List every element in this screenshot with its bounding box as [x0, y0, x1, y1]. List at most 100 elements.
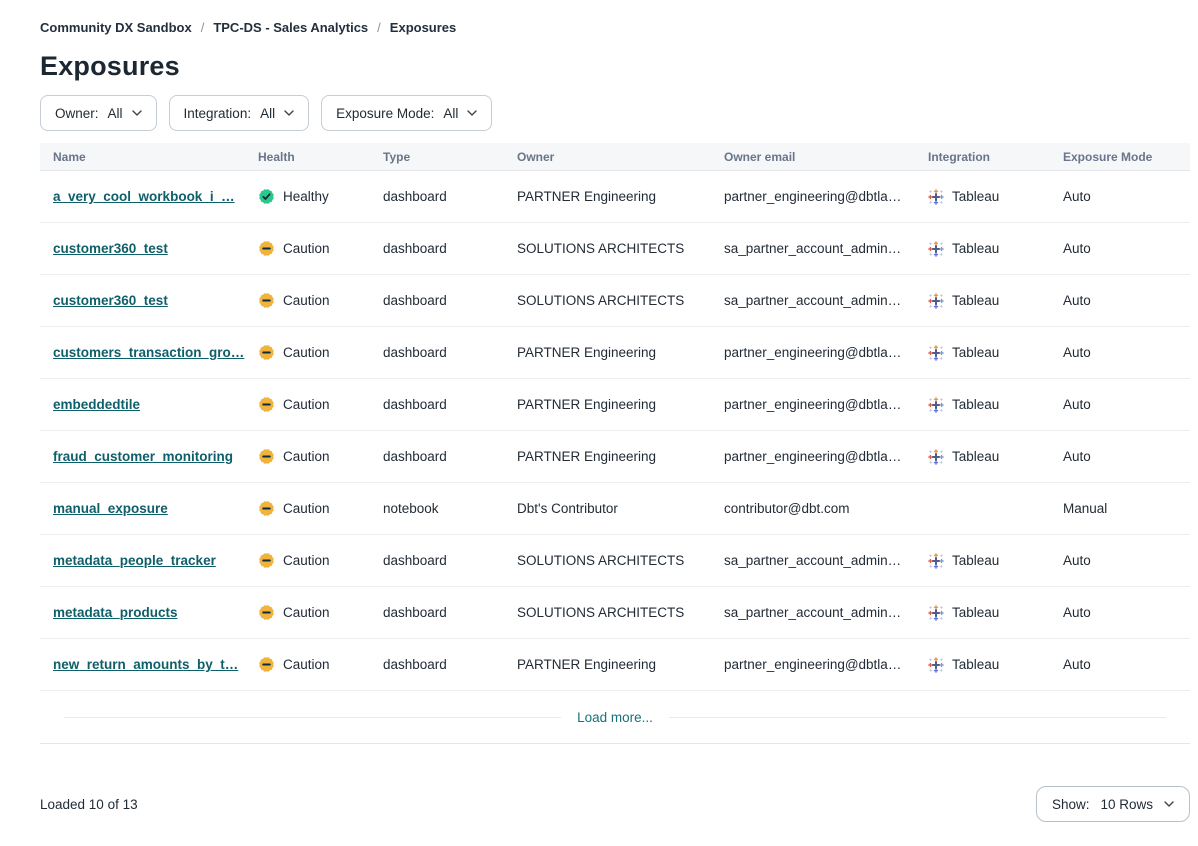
tableau-icon: [928, 553, 944, 569]
breadcrumb-project-link[interactable]: Community DX Sandbox: [40, 20, 192, 35]
filter-label: Exposure Mode:: [336, 106, 434, 121]
column-header-health: Health: [258, 150, 383, 164]
column-header-name: Name: [53, 150, 258, 164]
exposure-type: dashboard: [383, 553, 517, 568]
rows-per-page-dropdown[interactable]: Show: 10 Rows: [1036, 786, 1190, 822]
exposure-name-link[interactable]: manual_exposure: [53, 501, 168, 516]
column-header-owner-email: Owner email: [724, 150, 928, 164]
exposure-mode-filter-dropdown[interactable]: Exposure Mode: All: [321, 95, 492, 131]
filter-value: All: [260, 106, 275, 121]
exposure-mode: Auto: [1063, 449, 1190, 464]
exposure-owner: PARTNER Engineering: [517, 657, 724, 672]
integration-label: Tableau: [952, 189, 999, 204]
exposure-name-link[interactable]: fraud_customer_monitoring: [53, 449, 233, 464]
table-header-row: Name Health Type Owner Owner email Integ…: [40, 143, 1190, 171]
filter-bar: Owner: All Integration: All Exposure Mod…: [40, 95, 1190, 131]
caution-minus-icon: [258, 240, 275, 257]
health-status-label: Caution: [283, 397, 330, 412]
exposure-owner: PARTNER Engineering: [517, 397, 724, 412]
table-row: customers_transaction_gro…Cautiondashboa…: [40, 327, 1190, 379]
exposure-mode: Manual: [1063, 501, 1190, 516]
chevron-down-icon: [132, 110, 142, 116]
table-footer: Loaded 10 of 13 Show: 10 Rows: [40, 786, 1190, 822]
exposure-mode: Auto: [1063, 345, 1190, 360]
tableau-icon: [928, 189, 944, 205]
exposure-owner: SOLUTIONS ARCHITECTS: [517, 553, 724, 568]
exposure-owner: PARTNER Engineering: [517, 189, 724, 204]
exposure-name-link[interactable]: customer360_test: [53, 293, 168, 308]
caution-minus-icon: [258, 500, 275, 517]
show-value: 10 Rows: [1100, 797, 1153, 812]
table-row: a_very_cool_workbook_i_…Healthydashboard…: [40, 171, 1190, 223]
table-row: manual_exposureCautionnotebookDbt's Cont…: [40, 483, 1190, 535]
chevron-down-icon: [284, 110, 294, 116]
exposure-type: dashboard: [383, 345, 517, 360]
exposures-table: Name Health Type Owner Owner email Integ…: [40, 143, 1190, 744]
load-more-row: Load more...: [40, 691, 1190, 743]
caution-minus-icon: [258, 344, 275, 361]
table-row: customer360_test Caution dashboardSOLUTION…: [40, 275, 1190, 327]
exposure-mode: Auto: [1063, 657, 1190, 672]
page-title: Exposures: [40, 49, 1190, 83]
owner-filter-dropdown[interactable]: Owner: All: [40, 95, 157, 131]
exposure-owner-email: partner_engineering@dbtla…: [724, 345, 928, 360]
exposure-owner: SOLUTIONS ARCHITECTS: [517, 241, 724, 256]
table-row: metadata_people_tracker Caution dashboardS…: [40, 535, 1190, 587]
exposure-name-link[interactable]: metadata_products: [53, 605, 178, 620]
caution-minus-icon: [258, 656, 275, 673]
exposure-owner: PARTNER Engineering: [517, 345, 724, 360]
exposure-name-link[interactable]: a_very_cool_workbook_i_…: [53, 189, 235, 204]
table-row: customer360_testCautiondashboardSOLUTION…: [40, 223, 1190, 275]
exposure-name-link[interactable]: new_return_amounts_by_t…: [53, 657, 238, 672]
loaded-count-text: Loaded 10 of 13: [40, 797, 138, 812]
exposure-owner-email: contributor@dbt.com: [724, 501, 928, 516]
exposure-type: dashboard: [383, 189, 517, 204]
filter-label: Owner:: [55, 106, 99, 121]
chevron-down-icon: [1164, 801, 1174, 807]
exposure-type: notebook: [383, 501, 517, 516]
integration-label: Tableau: [952, 605, 999, 620]
exposure-type: dashboard: [383, 293, 517, 308]
exposure-name-link[interactable]: embeddedtile: [53, 397, 140, 412]
filter-label: Integration:: [184, 106, 252, 121]
exposure-name-link[interactable]: customers_transaction_gro…: [53, 345, 244, 360]
caution-minus-icon: [258, 604, 275, 621]
column-header-type: Type: [383, 150, 517, 164]
health-status-label: Caution: [283, 553, 330, 568]
show-label: Show:: [1052, 797, 1090, 812]
exposure-owner: PARTNER Engineering: [517, 449, 724, 464]
table-row: fraud_customer_monitoringCautiondashboar…: [40, 431, 1190, 483]
exposure-type: dashboard: [383, 241, 517, 256]
tableau-icon: [928, 397, 944, 413]
tableau-icon: [928, 293, 944, 309]
integration-label: Tableau: [952, 397, 999, 412]
breadcrumb-separator: /: [377, 20, 381, 35]
exposure-mode: Auto: [1063, 241, 1190, 256]
exposure-mode: Auto: [1063, 397, 1190, 412]
column-header-integration: Integration: [928, 150, 1063, 164]
exposure-type: dashboard: [383, 605, 517, 620]
integration-filter-dropdown[interactable]: Integration: All: [169, 95, 310, 131]
filter-value: All: [108, 106, 123, 121]
tableau-icon: [928, 345, 944, 361]
caution-minus-icon: [258, 396, 275, 413]
column-header-exposure-mode: Exposure Mode: [1063, 150, 1190, 164]
filter-value: All: [443, 106, 458, 121]
breadcrumb-environment-link[interactable]: TPC-DS - Sales Analytics: [213, 20, 368, 35]
integration-label: Tableau: [952, 241, 999, 256]
exposure-name-link[interactable]: metadata_people_tracker: [53, 553, 216, 568]
exposure-owner: SOLUTIONS ARCHITECTS: [517, 605, 724, 620]
exposure-name-link[interactable]: customer360_test: [53, 241, 168, 256]
health-status-label: Caution: [283, 293, 330, 308]
health-status-label: Caution: [283, 605, 330, 620]
exposure-owner-email: partner_engineering@dbtla…: [724, 449, 928, 464]
load-more-link[interactable]: Load more...: [561, 710, 669, 725]
exposure-owner-email: sa_partner_account_admin…: [724, 293, 928, 308]
integration-label: Tableau: [952, 553, 999, 568]
integration-label: Tableau: [952, 449, 999, 464]
integration-label: Tableau: [952, 345, 999, 360]
exposure-mode: Auto: [1063, 605, 1190, 620]
exposure-mode: Auto: [1063, 189, 1190, 204]
exposure-owner-email: sa_partner_account_admin…: [724, 241, 928, 256]
exposure-owner: SOLUTIONS ARCHITECTS: [517, 293, 724, 308]
